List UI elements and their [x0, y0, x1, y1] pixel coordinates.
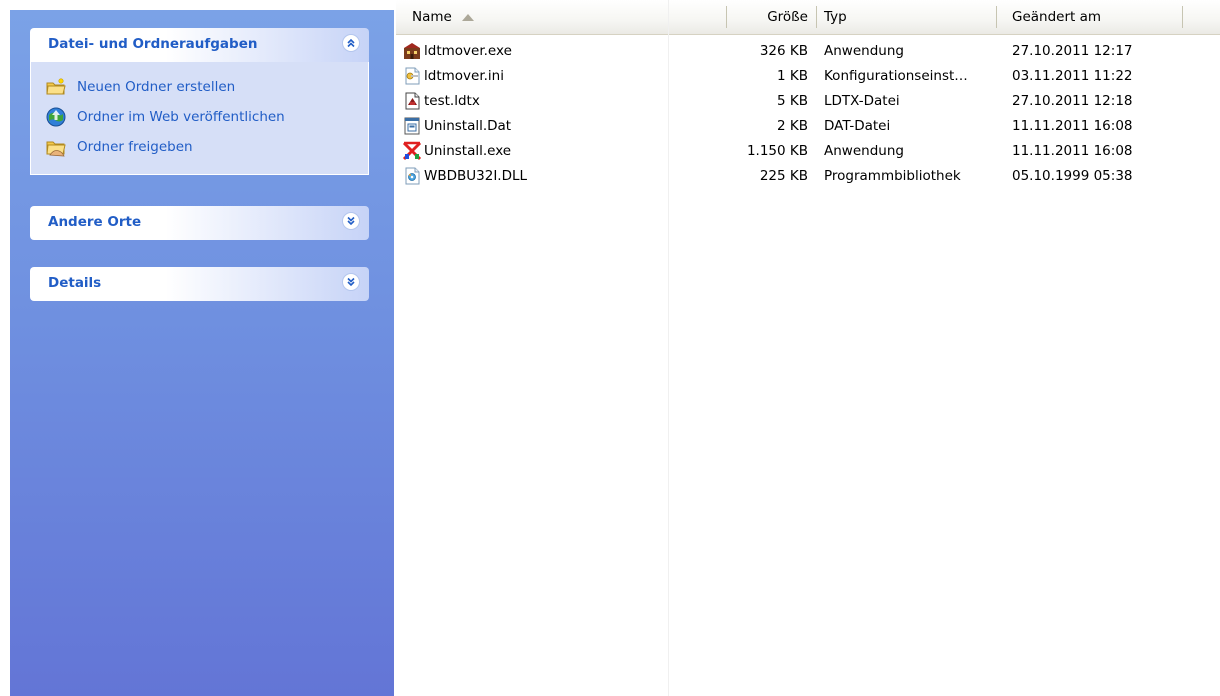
- file-modified: 11.11.2011 16:08: [1012, 117, 1133, 134]
- file-name-cell: WBDBU32I.DLL: [402, 163, 732, 188]
- share-folder-icon: [46, 141, 66, 157]
- file-rows: ldtmover.exe 326 KB Anwendung 27.10.2011…: [396, 38, 1220, 188]
- file-type: Anwendung: [824, 142, 904, 159]
- column-header-bar: Name Größe Typ Geändert am: [396, 0, 1220, 35]
- file-size: 5 KB: [777, 92, 808, 109]
- file-row[interactable]: Uninstall.Dat 2 KB DAT-Datei 11.11.2011 …: [396, 113, 1220, 138]
- file-name-cell: ldtmover.ini: [402, 63, 732, 88]
- file-folder-tasks-panel: Datei- und Ordneraufgaben Neuen Ordner e…: [30, 28, 369, 175]
- dat-file-icon: [404, 117, 420, 134]
- task-label: Ordner freigeben: [77, 139, 193, 155]
- file-size: 225 KB: [759, 167, 808, 184]
- column-type-label: Typ: [824, 9, 847, 25]
- task-share-folder[interactable]: Ordner freigeben: [31, 132, 368, 162]
- file-row[interactable]: ldtmover.ini 1 KB Konfigurationseinst… 0…: [396, 63, 1220, 88]
- column-divider[interactable]: [996, 6, 997, 28]
- column-header-type[interactable]: Typ: [824, 0, 996, 34]
- file-row[interactable]: WBDBU32I.DLL 225 KB Programmbibliothek 0…: [396, 163, 1220, 188]
- file-name-cell: test.ldtx: [402, 88, 732, 113]
- file-name-cell: Uninstall.exe: [402, 138, 732, 163]
- details-panel: Details: [30, 267, 369, 301]
- task-new-folder[interactable]: Neuen Ordner erstellen: [31, 72, 368, 102]
- sort-ascending-icon: [461, 13, 474, 21]
- file-row[interactable]: Uninstall.exe 1.150 KB Anwendung 11.11.2…: [396, 138, 1220, 163]
- expand-icon[interactable]: [342, 212, 360, 230]
- file-modified: 03.11.2011 11:22: [1012, 67, 1133, 84]
- column-divider[interactable]: [1182, 6, 1183, 28]
- column-size-label: Größe: [767, 9, 808, 25]
- file-name-cell: ldtmover.exe: [402, 38, 732, 63]
- panel-title: Details: [48, 275, 102, 291]
- file-name: Uninstall.exe: [424, 142, 512, 159]
- file-size: 1.150 KB: [746, 142, 808, 159]
- task-label: Ordner im Web veröffentlichen: [77, 109, 285, 125]
- column-divider[interactable]: [816, 6, 817, 28]
- task-label: Neuen Ordner erstellen: [77, 79, 236, 95]
- file-name: ldtmover.exe: [424, 42, 512, 59]
- file-modified: 05.10.1999 05:38: [1012, 167, 1133, 184]
- file-name-cell: Uninstall.Dat: [402, 113, 732, 138]
- panel-title: Datei- und Ordneraufgaben: [48, 36, 258, 52]
- column-guide-line: [668, 0, 669, 696]
- file-row[interactable]: ldtmover.exe 326 KB Anwendung 27.10.2011…: [396, 38, 1220, 63]
- other-places-header[interactable]: Andere Orte: [30, 206, 369, 240]
- uninstall-exe-icon: [402, 141, 422, 160]
- column-header-name[interactable]: Name: [412, 0, 726, 34]
- collapse-icon[interactable]: [342, 34, 360, 52]
- file-folder-tasks-header[interactable]: Datei- und Ordneraufgaben: [30, 28, 369, 62]
- file-size: 1 KB: [777, 67, 808, 84]
- file-type: LDTX-Datei: [824, 92, 900, 109]
- app-exe-icon: [404, 42, 420, 59]
- file-size: 326 KB: [759, 42, 808, 59]
- file-list-view: Name Größe Typ Geändert am ldtmover.exe …: [396, 0, 1220, 696]
- file-modified: 11.11.2011 16:08: [1012, 142, 1133, 159]
- new-folder-icon: [46, 78, 66, 95]
- details-header[interactable]: Details: [30, 267, 369, 301]
- file-type: Anwendung: [824, 42, 904, 59]
- column-header-size[interactable]: Größe: [726, 0, 816, 34]
- file-row[interactable]: test.ldtx 5 KB LDTX-Datei 27.10.2011 12:…: [396, 88, 1220, 113]
- panel-title: Andere Orte: [48, 214, 142, 230]
- column-name-label: Name: [412, 9, 452, 25]
- file-name: Uninstall.Dat: [424, 117, 512, 134]
- file-name: ldtmover.ini: [424, 67, 504, 84]
- file-folder-tasks-body: Neuen Ordner erstellen Ordner im Web ver…: [30, 62, 369, 175]
- file-type: Programmbibliothek: [824, 167, 961, 184]
- config-file-icon: [405, 67, 420, 84]
- publish-web-icon: [46, 107, 66, 127]
- file-size: 2 KB: [777, 117, 808, 134]
- ldtx-file-icon: [405, 92, 420, 109]
- other-places-panel: Andere Orte: [30, 206, 369, 240]
- task-publish-web[interactable]: Ordner im Web veröffentlichen: [31, 102, 368, 132]
- file-modified: 27.10.2011 12:17: [1012, 42, 1133, 59]
- file-modified: 27.10.2011 12:18: [1012, 92, 1133, 109]
- column-header-modified[interactable]: Geändert am: [1012, 0, 1182, 34]
- column-modified-label: Geändert am: [1012, 9, 1102, 25]
- task-pane: Datei- und Ordneraufgaben Neuen Ordner e…: [10, 10, 394, 696]
- file-name: test.ldtx: [424, 92, 480, 109]
- file-type: Konfigurationseinst…: [824, 67, 968, 84]
- expand-icon[interactable]: [342, 273, 360, 291]
- file-type: DAT-Datei: [824, 117, 891, 134]
- dll-file-icon: [405, 167, 420, 184]
- file-name: WBDBU32I.DLL: [424, 167, 528, 184]
